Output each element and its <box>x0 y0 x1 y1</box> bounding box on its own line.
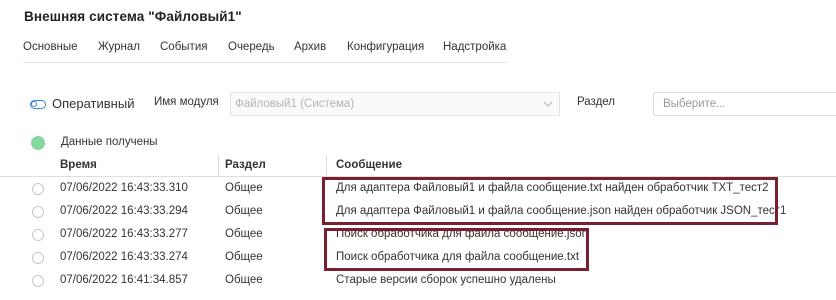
row-section: Общее <box>225 228 263 240</box>
row-time: 07/06/2022 16:43:33.294 <box>60 205 188 217</box>
table-row[interactable]: 07/06/2022 16:43:33.277 Общее Поиск обра… <box>0 224 836 247</box>
module-select-value: Файловый1 (Система) <box>235 98 355 110</box>
tab-journal[interactable]: Журнал <box>98 41 140 53</box>
column-divider[interactable] <box>218 155 219 177</box>
table-row[interactable]: 07/06/2022 16:41:34.857 Общее Старые вер… <box>0 270 836 293</box>
section-select[interactable]: Выберите... <box>653 92 836 116</box>
filter-toolbar: Оперативный Имя модуля Файловый1 (Систем… <box>0 92 836 118</box>
column-header-section[interactable]: Раздел <box>225 159 266 171</box>
column-header-time[interactable]: Время <box>60 159 97 171</box>
column-header-message[interactable]: Сообщение <box>336 159 402 171</box>
tab-bar: Основные Журнал События Очередь Архив Ко… <box>23 41 507 63</box>
status-text: Данные получены <box>61 136 158 148</box>
tab-queue[interactable]: Очередь <box>228 41 275 53</box>
row-select-radio[interactable] <box>32 183 44 195</box>
chevron-down-icon <box>543 101 553 107</box>
row-message: Старые версии сборок успешно удалены <box>336 274 556 286</box>
row-section: Общее <box>225 274 263 286</box>
tab-extension[interactable]: Надстройка <box>443 41 506 53</box>
column-divider[interactable] <box>326 155 327 177</box>
tab-archive[interactable]: Архив <box>294 41 326 53</box>
row-select-radio[interactable] <box>32 206 44 218</box>
tab-configuration[interactable]: Конфигурация <box>347 41 424 53</box>
table-row[interactable]: 07/06/2022 16:43:33.294 Общее Для адапте… <box>0 201 836 224</box>
table-row[interactable]: 07/06/2022 16:43:33.310 Общее Для адапте… <box>0 178 836 201</box>
row-select-radio[interactable] <box>32 275 44 287</box>
window-title: Внешняя система "Файловый1" <box>24 9 242 24</box>
tab-events[interactable]: События <box>160 41 207 53</box>
row-message: Поиск обработчика для файла сообщение.tx… <box>336 251 580 263</box>
realtime-toggle[interactable] <box>30 100 46 109</box>
tab-main[interactable]: Основные <box>23 41 78 53</box>
header-divider <box>0 176 836 177</box>
row-message: Поиск обработчика для файла сообщение.js… <box>336 228 588 240</box>
grid-header: Время Раздел Сообщение <box>0 155 836 177</box>
row-time: 07/06/2022 16:43:33.310 <box>60 182 188 194</box>
row-select-radio[interactable] <box>32 229 44 241</box>
module-name-label: Имя модуля <box>154 96 219 108</box>
row-message: Для адаптера Файловый1 и файла сообщение… <box>336 182 769 194</box>
row-message: Для адаптера Файловый1 и файла сообщение… <box>336 205 787 217</box>
section-label: Раздел <box>577 96 616 108</box>
row-select-radio[interactable] <box>32 252 44 264</box>
realtime-toggle-label: Оперативный <box>52 96 135 111</box>
row-section: Общее <box>225 205 263 217</box>
row-section: Общее <box>225 251 263 263</box>
status-indicator <box>31 136 45 150</box>
row-time: 07/06/2022 16:41:34.857 <box>60 274 188 286</box>
section-select-placeholder: Выберите... <box>663 98 726 110</box>
table-row[interactable]: 07/06/2022 16:43:33.274 Общее Поиск обра… <box>0 247 836 270</box>
module-select[interactable]: Файловый1 (Система) <box>230 92 560 116</box>
row-time: 07/06/2022 16:43:33.274 <box>60 251 188 263</box>
row-section: Общее <box>225 182 263 194</box>
row-time: 07/06/2022 16:43:33.277 <box>60 228 188 240</box>
